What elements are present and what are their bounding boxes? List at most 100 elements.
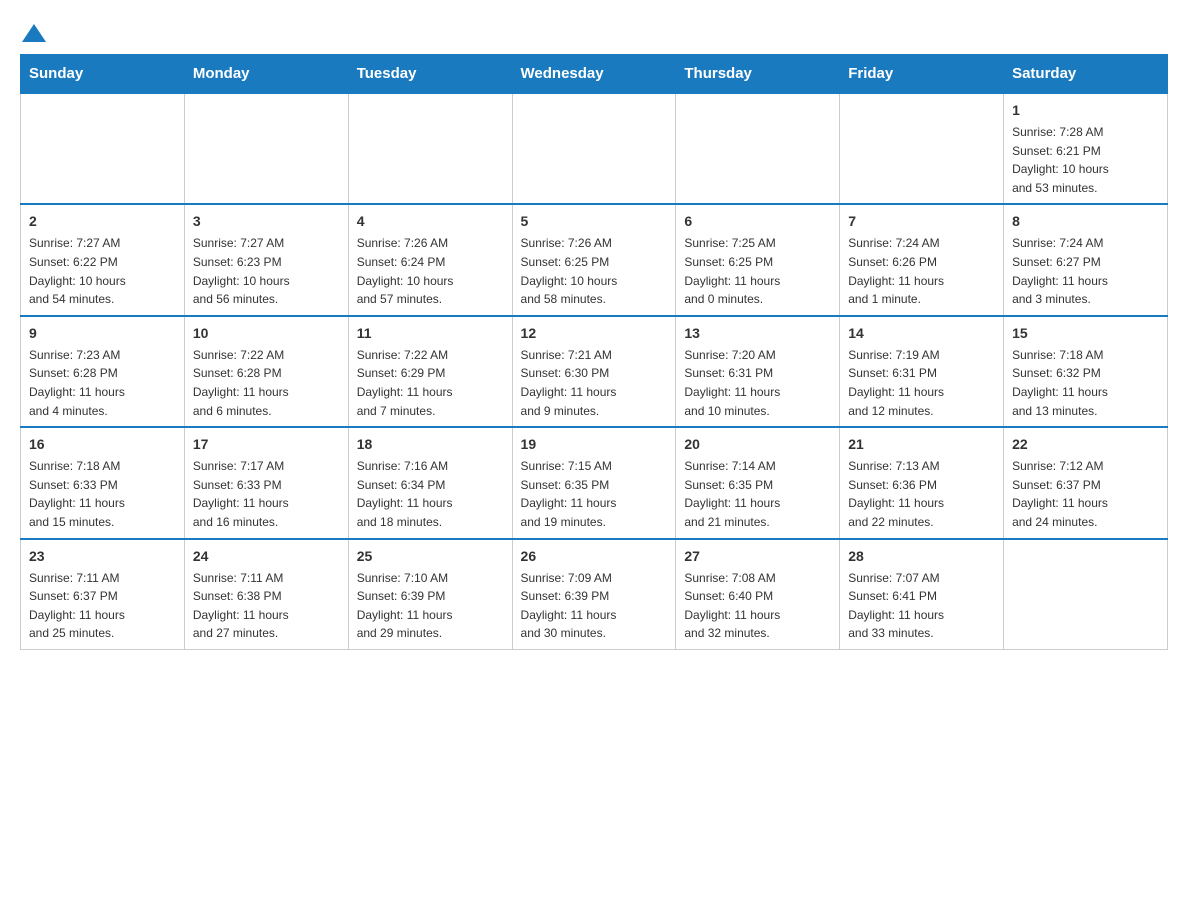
day-number: 12: [521, 323, 668, 344]
day-number: 28: [848, 546, 995, 567]
calendar-cell: [676, 93, 840, 204]
calendar-week-row: 1Sunrise: 7:28 AMSunset: 6:21 PMDaylight…: [21, 93, 1168, 204]
day-number: 26: [521, 546, 668, 567]
weekday-header-friday: Friday: [840, 55, 1004, 94]
day-info: Sunrise: 7:15 AMSunset: 6:35 PMDaylight:…: [521, 457, 668, 531]
weekday-header-saturday: Saturday: [1004, 55, 1168, 94]
day-number: 8: [1012, 211, 1159, 232]
calendar-cell: 1Sunrise: 7:28 AMSunset: 6:21 PMDaylight…: [1004, 93, 1168, 204]
calendar-cell: 12Sunrise: 7:21 AMSunset: 6:30 PMDayligh…: [512, 316, 676, 427]
day-info: Sunrise: 7:11 AMSunset: 6:38 PMDaylight:…: [193, 569, 340, 643]
day-info: Sunrise: 7:19 AMSunset: 6:31 PMDaylight:…: [848, 346, 995, 420]
calendar-cell: 21Sunrise: 7:13 AMSunset: 6:36 PMDayligh…: [840, 427, 1004, 538]
weekday-header-monday: Monday: [184, 55, 348, 94]
calendar-cell: 7Sunrise: 7:24 AMSunset: 6:26 PMDaylight…: [840, 204, 1004, 315]
calendar-cell: 25Sunrise: 7:10 AMSunset: 6:39 PMDayligh…: [348, 539, 512, 650]
day-number: 25: [357, 546, 504, 567]
day-info: Sunrise: 7:22 AMSunset: 6:28 PMDaylight:…: [193, 346, 340, 420]
day-number: 10: [193, 323, 340, 344]
calendar-cell: 2Sunrise: 7:27 AMSunset: 6:22 PMDaylight…: [21, 204, 185, 315]
day-info: Sunrise: 7:11 AMSunset: 6:37 PMDaylight:…: [29, 569, 176, 643]
day-number: 3: [193, 211, 340, 232]
calendar-cell: 26Sunrise: 7:09 AMSunset: 6:39 PMDayligh…: [512, 539, 676, 650]
day-info: Sunrise: 7:26 AMSunset: 6:25 PMDaylight:…: [521, 234, 668, 308]
day-info: Sunrise: 7:08 AMSunset: 6:40 PMDaylight:…: [684, 569, 831, 643]
calendar-cell: 18Sunrise: 7:16 AMSunset: 6:34 PMDayligh…: [348, 427, 512, 538]
logo: [20, 20, 48, 38]
calendar-cell: [184, 93, 348, 204]
day-info: Sunrise: 7:24 AMSunset: 6:26 PMDaylight:…: [848, 234, 995, 308]
day-info: Sunrise: 7:20 AMSunset: 6:31 PMDaylight:…: [684, 346, 831, 420]
calendar-cell: 4Sunrise: 7:26 AMSunset: 6:24 PMDaylight…: [348, 204, 512, 315]
day-info: Sunrise: 7:26 AMSunset: 6:24 PMDaylight:…: [357, 234, 504, 308]
calendar-cell: 13Sunrise: 7:20 AMSunset: 6:31 PMDayligh…: [676, 316, 840, 427]
day-info: Sunrise: 7:22 AMSunset: 6:29 PMDaylight:…: [357, 346, 504, 420]
day-number: 11: [357, 323, 504, 344]
calendar-cell: 9Sunrise: 7:23 AMSunset: 6:28 PMDaylight…: [21, 316, 185, 427]
calendar-cell: 28Sunrise: 7:07 AMSunset: 6:41 PMDayligh…: [840, 539, 1004, 650]
calendar-cell: 3Sunrise: 7:27 AMSunset: 6:23 PMDaylight…: [184, 204, 348, 315]
logo-flag-icon: [22, 24, 46, 42]
calendar-cell: 23Sunrise: 7:11 AMSunset: 6:37 PMDayligh…: [21, 539, 185, 650]
day-info: Sunrise: 7:23 AMSunset: 6:28 PMDaylight:…: [29, 346, 176, 420]
day-info: Sunrise: 7:28 AMSunset: 6:21 PMDaylight:…: [1012, 123, 1159, 197]
day-number: 27: [684, 546, 831, 567]
calendar-cell: [348, 93, 512, 204]
day-info: Sunrise: 7:18 AMSunset: 6:33 PMDaylight:…: [29, 457, 176, 531]
day-number: 13: [684, 323, 831, 344]
day-number: 1: [1012, 100, 1159, 121]
calendar-cell: 14Sunrise: 7:19 AMSunset: 6:31 PMDayligh…: [840, 316, 1004, 427]
calendar-week-row: 2Sunrise: 7:27 AMSunset: 6:22 PMDaylight…: [21, 204, 1168, 315]
calendar-cell: 8Sunrise: 7:24 AMSunset: 6:27 PMDaylight…: [1004, 204, 1168, 315]
calendar-cell: 11Sunrise: 7:22 AMSunset: 6:29 PMDayligh…: [348, 316, 512, 427]
day-number: 21: [848, 434, 995, 455]
day-number: 18: [357, 434, 504, 455]
calendar-cell: [840, 93, 1004, 204]
day-info: Sunrise: 7:10 AMSunset: 6:39 PMDaylight:…: [357, 569, 504, 643]
day-number: 15: [1012, 323, 1159, 344]
calendar-cell: 15Sunrise: 7:18 AMSunset: 6:32 PMDayligh…: [1004, 316, 1168, 427]
day-number: 17: [193, 434, 340, 455]
weekday-header-tuesday: Tuesday: [348, 55, 512, 94]
day-info: Sunrise: 7:27 AMSunset: 6:22 PMDaylight:…: [29, 234, 176, 308]
day-info: Sunrise: 7:07 AMSunset: 6:41 PMDaylight:…: [848, 569, 995, 643]
calendar-cell: 17Sunrise: 7:17 AMSunset: 6:33 PMDayligh…: [184, 427, 348, 538]
calendar-cell: [512, 93, 676, 204]
day-info: Sunrise: 7:09 AMSunset: 6:39 PMDaylight:…: [521, 569, 668, 643]
day-number: 24: [193, 546, 340, 567]
day-info: Sunrise: 7:17 AMSunset: 6:33 PMDaylight:…: [193, 457, 340, 531]
page-header: [20, 20, 1168, 38]
weekday-header-sunday: Sunday: [21, 55, 185, 94]
calendar-cell: 10Sunrise: 7:22 AMSunset: 6:28 PMDayligh…: [184, 316, 348, 427]
weekday-header-thursday: Thursday: [676, 55, 840, 94]
calendar-cell: 27Sunrise: 7:08 AMSunset: 6:40 PMDayligh…: [676, 539, 840, 650]
day-number: 19: [521, 434, 668, 455]
calendar-week-row: 16Sunrise: 7:18 AMSunset: 6:33 PMDayligh…: [21, 427, 1168, 538]
day-number: 16: [29, 434, 176, 455]
calendar-week-row: 9Sunrise: 7:23 AMSunset: 6:28 PMDaylight…: [21, 316, 1168, 427]
day-number: 2: [29, 211, 176, 232]
calendar-cell: 5Sunrise: 7:26 AMSunset: 6:25 PMDaylight…: [512, 204, 676, 315]
day-info: Sunrise: 7:21 AMSunset: 6:30 PMDaylight:…: [521, 346, 668, 420]
day-number: 4: [357, 211, 504, 232]
day-number: 22: [1012, 434, 1159, 455]
calendar-cell: 22Sunrise: 7:12 AMSunset: 6:37 PMDayligh…: [1004, 427, 1168, 538]
calendar-cell: 20Sunrise: 7:14 AMSunset: 6:35 PMDayligh…: [676, 427, 840, 538]
day-number: 23: [29, 546, 176, 567]
calendar-cell: [1004, 539, 1168, 650]
calendar-week-row: 23Sunrise: 7:11 AMSunset: 6:37 PMDayligh…: [21, 539, 1168, 650]
day-info: Sunrise: 7:18 AMSunset: 6:32 PMDaylight:…: [1012, 346, 1159, 420]
weekday-header-row: SundayMondayTuesdayWednesdayThursdayFrid…: [21, 55, 1168, 94]
day-info: Sunrise: 7:13 AMSunset: 6:36 PMDaylight:…: [848, 457, 995, 531]
day-number: 6: [684, 211, 831, 232]
day-number: 14: [848, 323, 995, 344]
calendar-cell: 24Sunrise: 7:11 AMSunset: 6:38 PMDayligh…: [184, 539, 348, 650]
day-number: 9: [29, 323, 176, 344]
day-number: 5: [521, 211, 668, 232]
calendar-cell: 6Sunrise: 7:25 AMSunset: 6:25 PMDaylight…: [676, 204, 840, 315]
calendar-cell: 19Sunrise: 7:15 AMSunset: 6:35 PMDayligh…: [512, 427, 676, 538]
weekday-header-wednesday: Wednesday: [512, 55, 676, 94]
day-info: Sunrise: 7:14 AMSunset: 6:35 PMDaylight:…: [684, 457, 831, 531]
calendar-cell: 16Sunrise: 7:18 AMSunset: 6:33 PMDayligh…: [21, 427, 185, 538]
day-info: Sunrise: 7:12 AMSunset: 6:37 PMDaylight:…: [1012, 457, 1159, 531]
